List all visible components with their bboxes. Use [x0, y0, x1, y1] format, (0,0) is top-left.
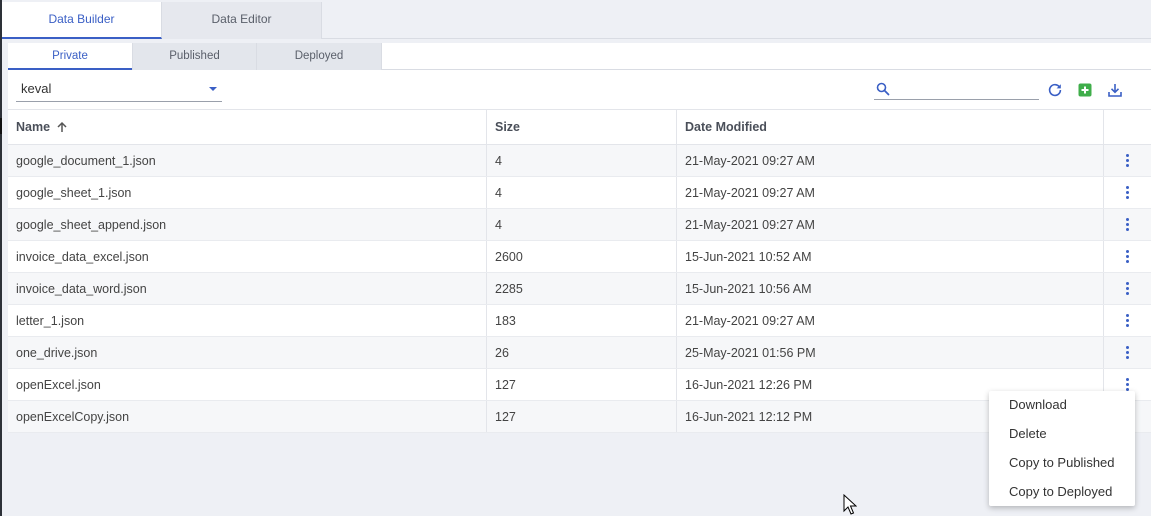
refresh-icon[interactable]: [1047, 82, 1063, 98]
file-name-cell: invoice_data_excel.json: [8, 241, 487, 272]
file-name-cell: invoice_data_word.json: [8, 273, 487, 304]
file-name-cell: one_drive.json: [8, 337, 487, 368]
date-modified-cell: 21-May-2021 09:27 AM: [677, 145, 1104, 176]
file-name-cell: google_sheet_append.json: [8, 209, 487, 240]
date-modified-cell: 25-May-2021 01:56 PM: [677, 337, 1104, 368]
row-actions-cell: [1104, 337, 1151, 368]
table-row[interactable]: openExcelCopy.json 127 16-Jun-2021 12:12 P…: [8, 401, 1151, 433]
more-vert-icon[interactable]: [1120, 247, 1136, 267]
file-name-cell: google_sheet_1.json: [8, 177, 487, 208]
more-vert-icon[interactable]: [1120, 311, 1136, 331]
table-row[interactable]: invoice_data_excel.json 2600 15-Jun-2021 1…: [8, 241, 1151, 273]
row-context-menu: Download Delete Copy to Published Copy t…: [989, 391, 1135, 506]
table-row[interactable]: google_sheet_1.json 4 21-May-2021 09:27 AM: [8, 177, 1151, 209]
left-edge-strip: [0, 0, 2, 516]
download-icon[interactable]: [1107, 82, 1123, 98]
date-modified-cell: 15-Jun-2021 10:52 AM: [677, 241, 1104, 272]
menu-item-delete[interactable]: Delete: [989, 420, 1135, 449]
date-modified-cell: 15-Jun-2021 10:56 AM: [677, 273, 1104, 304]
file-size-cell: 4: [487, 145, 677, 176]
row-actions-cell: [1104, 145, 1151, 176]
date-modified-cell: 21-May-2021 09:27 AM: [677, 305, 1104, 336]
table-row[interactable]: one_drive.json 26 25-May-2021 01:56 PM: [8, 337, 1151, 369]
search-input[interactable]: [896, 79, 1036, 99]
menu-item-copy-to-deployed[interactable]: Copy to Deployed: [989, 478, 1135, 507]
row-actions-cell: [1104, 305, 1151, 336]
file-name-cell: openExcelCopy.json: [8, 401, 487, 432]
data-builder-panel: Private Published Deployed keval Name Si…: [8, 39, 1151, 516]
file-name-cell: letter_1.json: [8, 305, 487, 336]
table-row[interactable]: invoice_data_word.json 2285 15-Jun-2021 10…: [8, 273, 1151, 305]
table-header: Name Size Date Modified: [8, 110, 1151, 145]
tab-published[interactable]: Published: [132, 43, 257, 70]
file-size-cell: 2285: [487, 273, 677, 304]
table-row[interactable]: letter_1.json 183 21-May-2021 09:27 AM: [8, 305, 1151, 337]
table-row[interactable]: google_document_1.json 4 21-May-2021 09:27…: [8, 145, 1151, 177]
file-size-cell: 4: [487, 209, 677, 240]
tab-private[interactable]: Private: [8, 43, 132, 70]
column-header-date-modified[interactable]: Date Modified: [677, 110, 1104, 144]
search-icon: [876, 82, 890, 96]
row-actions-cell: [1104, 241, 1151, 272]
column-header-name[interactable]: Name: [8, 110, 487, 144]
date-modified-cell: 21-May-2021 09:27 AM: [677, 177, 1104, 208]
mouse-cursor-icon: [843, 494, 857, 515]
file-size-cell: 127: [487, 369, 677, 400]
file-size-cell: 26: [487, 337, 677, 368]
toolbar: keval: [8, 70, 1151, 110]
row-actions-cell: [1104, 273, 1151, 304]
table-body: google_document_1.json 4 21-May-2021 09:27…: [8, 145, 1151, 433]
file-size-cell: 127: [487, 401, 677, 432]
file-size-cell: 4: [487, 177, 677, 208]
row-actions-cell: [1104, 177, 1151, 208]
column-header-name-label: Name: [16, 120, 51, 134]
menu-item-download[interactable]: Download: [989, 391, 1135, 420]
more-vert-icon[interactable]: [1120, 279, 1136, 299]
chevron-down-icon: [209, 87, 217, 91]
sort-ascending-icon[interactable]: [56, 121, 68, 133]
table-row[interactable]: openExcel.json 127 16-Jun-2021 12:26 PM: [8, 369, 1151, 401]
menu-item-copy-to-published[interactable]: Copy to Published: [989, 449, 1135, 478]
left-edge-marker: [0, 118, 2, 134]
more-vert-icon[interactable]: [1120, 183, 1136, 203]
user-select-value: keval: [21, 81, 52, 96]
user-select[interactable]: keval: [16, 79, 222, 102]
more-vert-icon[interactable]: [1120, 215, 1136, 235]
column-header-size[interactable]: Size: [487, 110, 677, 144]
top-tab-bar: Data Builder Data Editor: [2, 0, 1151, 39]
tab-data-editor[interactable]: Data Editor: [162, 2, 322, 39]
files-table: Name Size Date Modified google_document_…: [8, 110, 1151, 433]
file-size-cell: 2600: [487, 241, 677, 272]
file-name-cell: openExcel.json: [8, 369, 487, 400]
sub-tab-bar: Private Published Deployed: [8, 43, 1151, 70]
more-vert-icon[interactable]: [1120, 343, 1136, 363]
search-field[interactable]: [874, 79, 1039, 100]
tab-data-builder[interactable]: Data Builder: [2, 2, 162, 39]
date-modified-cell: 21-May-2021 09:27 AM: [677, 209, 1104, 240]
tab-deployed[interactable]: Deployed: [257, 43, 382, 70]
add-icon[interactable]: [1077, 82, 1093, 98]
more-vert-icon[interactable]: [1120, 151, 1136, 171]
table-row[interactable]: google_sheet_append.json 4 21-May-2021 09:…: [8, 209, 1151, 241]
file-name-cell: google_document_1.json: [8, 145, 487, 176]
row-actions-cell: [1104, 209, 1151, 240]
column-header-actions: [1104, 110, 1151, 144]
file-size-cell: 183: [487, 305, 677, 336]
